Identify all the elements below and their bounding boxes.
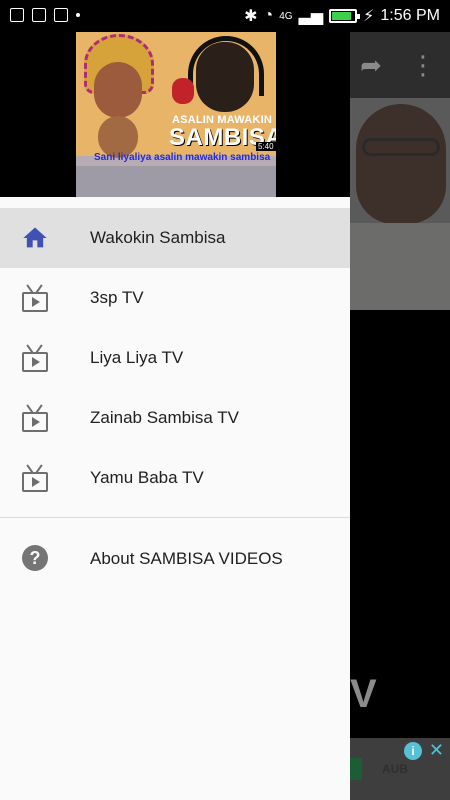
microphone-graphic	[172, 78, 194, 104]
tv-icon	[20, 464, 50, 492]
drawer-item-label: Wakokin Sambisa	[90, 228, 226, 247]
tv-icon	[20, 284, 50, 312]
tv-icon	[20, 344, 50, 372]
status-bar: ✱ ◔ 4G ▃▅ ⚡ 1:56 PM	[0, 0, 450, 32]
navigation-drawer: ASALIN MAWAKIN SAMBISA 5:40 Sani liyaliy…	[0, 0, 350, 800]
thumbnail-duration: 5:40	[256, 142, 276, 151]
ad-banner[interactable]: i ✕ AUB	[350, 738, 450, 800]
charging-icon: ⚡	[363, 8, 375, 25]
drawer-item-label: Zainab Sambisa TV	[90, 408, 239, 427]
drawer-item-yamu-baba-tv[interactable]: Yamu Baba TV	[0, 448, 350, 508]
partial-title: V	[350, 672, 377, 716]
signal-icon: ▃▅	[298, 8, 324, 25]
system-icons: ✱ ◔ 4G ▃▅ ⚡ 1:56 PM	[244, 6, 440, 26]
thumbnail-singer	[196, 42, 254, 112]
video-preview[interactable]	[350, 98, 450, 310]
drawer-item-wakokin-sambisa[interactable]: Wakokin Sambisa	[0, 208, 350, 268]
status-time: 1:56 PM	[380, 7, 440, 24]
drawer-item-label: 3sp TV	[90, 288, 144, 307]
drawer-item-label: Yamu Baba TV	[90, 468, 204, 487]
thumbnail-woman	[94, 62, 142, 118]
glasses	[362, 138, 440, 156]
close-icon[interactable]: ✕	[429, 740, 444, 761]
gallery-icon	[10, 8, 24, 22]
network-type: 4G	[279, 10, 293, 22]
person-shirt	[350, 223, 450, 310]
header-thumbnail[interactable]: ASALIN MAWAKIN SAMBISA 5:40 Sani liyaliy…	[76, 28, 276, 197]
message-icon	[32, 8, 46, 22]
apps-icon	[54, 8, 68, 22]
share-icon[interactable]: ➦	[356, 50, 386, 80]
ad-logo: AUB	[382, 762, 408, 776]
help-icon: ?	[20, 545, 50, 573]
tv-icon	[20, 404, 50, 432]
person-face	[356, 104, 446, 224]
bluetooth-icon: ✱	[244, 8, 258, 25]
battery-level	[332, 12, 352, 20]
notification-icons	[10, 8, 80, 22]
home-icon	[20, 224, 50, 252]
app-toolbar: ➦ ⋮	[350, 32, 450, 98]
info-icon[interactable]: i	[404, 742, 422, 760]
ad-graphic	[350, 758, 362, 780]
thumbnail-strip	[76, 166, 276, 197]
drawer-item-about[interactable]: ? About SAMBISA VIDEOS	[0, 529, 350, 589]
drawer-divider	[0, 517, 350, 518]
drawer-item-label: Liya Liya TV	[90, 348, 184, 367]
thumbnail-caption: Sani liyaliya asalin mawakin sambisa	[94, 152, 271, 163]
dot-icon	[76, 13, 80, 17]
drawer-item-3sp-tv[interactable]: 3sp TV	[0, 268, 350, 328]
wifi-icon: ◔	[263, 7, 274, 24]
drawer-item-label: About SAMBISA VIDEOS	[90, 549, 283, 568]
drawer-item-zainab-sambisa-tv[interactable]: Zainab Sambisa TV	[0, 388, 350, 448]
battery-icon	[329, 9, 361, 23]
more-vert-icon[interactable]: ⋮	[408, 50, 438, 80]
drawer-item-liya-liya-tv[interactable]: Liya Liya TV	[0, 328, 350, 388]
